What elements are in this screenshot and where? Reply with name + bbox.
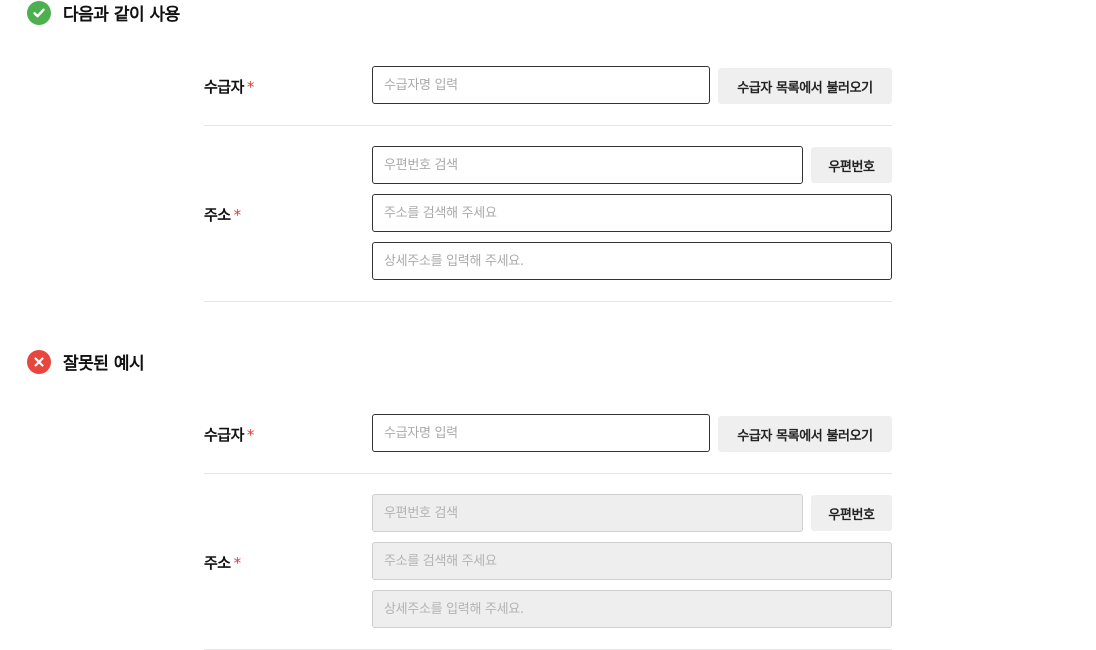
check-icon	[27, 0, 51, 25]
postcode-search-input: 우편번호 검색	[372, 494, 803, 532]
bad-example-form: 수급자 * 수급자명 입력 수급자 목록에서 불러오기 주소 * 우편번호 검색 우…	[204, 414, 892, 650]
required-mark: *	[246, 78, 255, 96]
load-recipient-list-button[interactable]: 수급자 목록에서 불러오기	[718, 68, 892, 104]
address-input: 주소를 검색해 주세요	[372, 542, 892, 580]
recipient-label: 수급자 *	[204, 78, 255, 96]
good-example-form: 수급자 * 수급자명 입력 수급자 목록에서 불러오기 주소 * 우편번호 검색 우…	[204, 66, 892, 302]
recipient-row: 수급자 * 수급자명 입력 수급자 목록에서 불러오기	[204, 414, 892, 474]
recipient-label: 수급자 *	[204, 426, 255, 444]
address-label: 주소 *	[204, 206, 242, 224]
postcode-search-input[interactable]: 우편번호 검색	[372, 146, 803, 184]
required-mark: *	[233, 206, 242, 224]
good-example-title: 다음과 같이 사용	[63, 5, 180, 25]
x-icon	[27, 349, 51, 374]
address-detail-input[interactable]: 상세주소를 입력해 주세요.	[372, 242, 892, 280]
recipient-name-input[interactable]: 수급자명 입력	[372, 66, 710, 104]
address-row: 주소 * 우편번호 검색 우편번호 주소를 검색해 주세요 상세주소를 입력해 주…	[204, 474, 892, 650]
postcode-button[interactable]: 우편번호	[811, 495, 892, 531]
address-input[interactable]: 주소를 검색해 주세요	[372, 194, 892, 232]
address-row: 주소 * 우편번호 검색 우편번호 주소를 검색해 주세요 상세주소를 입력해 주…	[204, 126, 892, 302]
recipient-name-input[interactable]: 수급자명 입력	[372, 414, 710, 452]
required-mark: *	[246, 426, 255, 444]
good-example-header: 다음과 같이 사용	[27, 0, 180, 25]
address-label: 주소 *	[204, 554, 242, 572]
postcode-button[interactable]: 우편번호	[811, 147, 892, 183]
bad-example-title: 잘못된 예시	[63, 354, 145, 374]
address-detail-input: 상세주소를 입력해 주세요.	[372, 590, 892, 628]
load-recipient-list-button[interactable]: 수급자 목록에서 불러오기	[718, 416, 892, 452]
bad-example-header: 잘못된 예시	[27, 349, 145, 374]
required-mark: *	[233, 554, 242, 572]
recipient-row: 수급자 * 수급자명 입력 수급자 목록에서 불러오기	[204, 66, 892, 126]
